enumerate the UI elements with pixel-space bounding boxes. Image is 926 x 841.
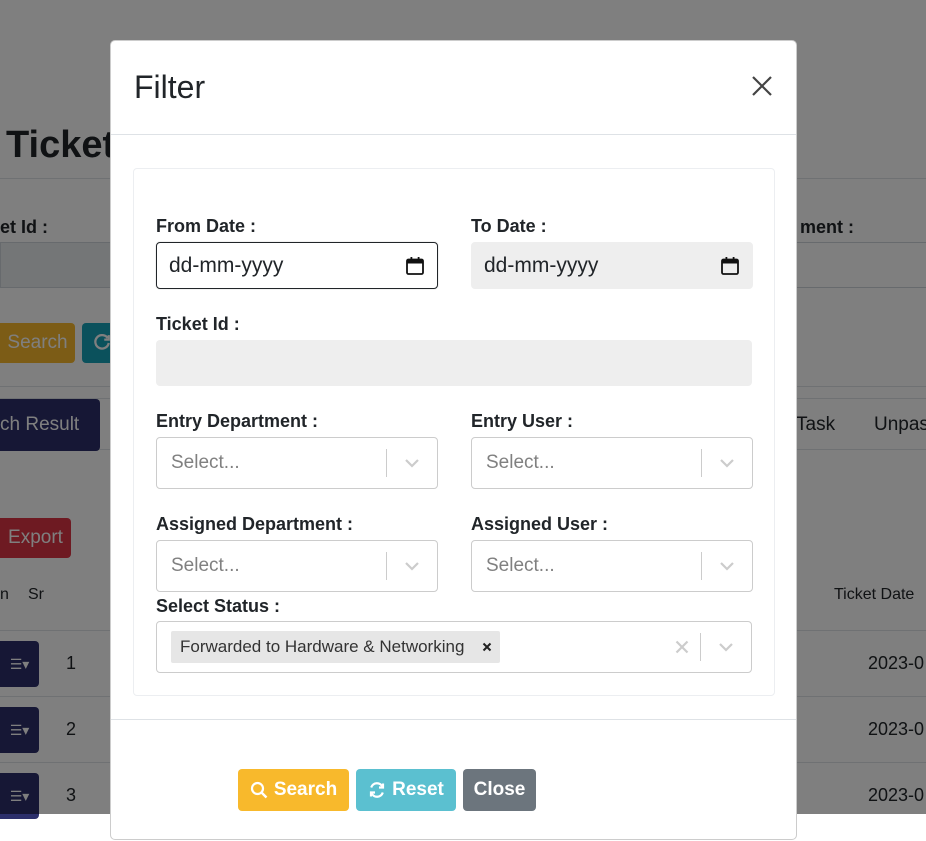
modal-footer: Search Reset Close	[111, 719, 796, 841]
select-placeholder: Select...	[171, 555, 240, 576]
reset-button-label: Reset	[392, 779, 444, 800]
chevron-down-icon[interactable]	[702, 541, 752, 591]
to-date-input[interactable]: dd-mm-yyyy	[471, 242, 753, 289]
select-placeholder: Select...	[486, 452, 555, 473]
search-button[interactable]: Search	[238, 769, 349, 811]
assigned-user-select[interactable]: Select...	[471, 540, 753, 592]
calendar-icon[interactable]	[720, 256, 740, 276]
close-button-label: Close	[473, 779, 526, 800]
entry-user-select[interactable]: Select...	[471, 437, 753, 489]
status-chip: Forwarded to Hardware & Networking	[171, 631, 501, 663]
calendar-icon[interactable]	[405, 256, 425, 276]
close-icon[interactable]	[750, 74, 774, 98]
refresh-icon	[370, 782, 385, 798]
modal-body: From Date : To Date : dd-mm-yyyy dd-mm-y…	[111, 135, 796, 719]
ticket-id-label: Ticket Id :	[156, 314, 240, 334]
entry-department-label: Entry Department :	[156, 411, 319, 431]
to-date-label: To Date :	[471, 216, 547, 236]
entry-user-label: Entry User :	[471, 411, 574, 431]
search-button-label: Search	[273, 779, 338, 800]
filter-card: From Date : To Date : dd-mm-yyyy dd-mm-y…	[133, 168, 775, 696]
assigned-department-select[interactable]: Select...	[156, 540, 438, 592]
status-multiselect[interactable]: Forwarded to Hardware & Networking	[156, 621, 752, 673]
entry-department-select[interactable]: Select...	[156, 437, 438, 489]
select-placeholder: Select...	[486, 555, 555, 576]
assigned-user-label: Assigned User :	[471, 514, 609, 534]
status-label: Select Status :	[156, 596, 281, 616]
to-date-placeholder: dd-mm-yyyy	[484, 253, 599, 277]
reset-button[interactable]: Reset	[356, 769, 456, 811]
from-date-placeholder: dd-mm-yyyy	[169, 253, 284, 277]
select-placeholder: Select...	[171, 452, 240, 473]
close-button[interactable]: Close	[463, 769, 536, 811]
remove-chip-icon[interactable]	[474, 631, 500, 663]
status-chip-label: Forwarded to Hardware & Networking	[180, 637, 465, 656]
modal-header: Filter	[111, 41, 796, 135]
modal-title: Filter	[134, 69, 206, 105]
search-icon	[250, 781, 268, 799]
filter-modal: Filter From Date : To Date : dd-mm-yyyy …	[110, 40, 797, 840]
assigned-department-label: Assigned Department :	[156, 514, 354, 534]
ticket-id-input[interactable]	[156, 340, 752, 386]
from-date-label: From Date :	[156, 216, 257, 236]
chevron-down-icon[interactable]	[387, 541, 437, 591]
chevron-down-icon[interactable]	[702, 438, 752, 488]
chevron-down-icon[interactable]	[701, 622, 751, 672]
clear-icon[interactable]	[664, 622, 700, 672]
from-date-input[interactable]: dd-mm-yyyy	[156, 242, 438, 289]
chevron-down-icon[interactable]	[387, 438, 437, 488]
